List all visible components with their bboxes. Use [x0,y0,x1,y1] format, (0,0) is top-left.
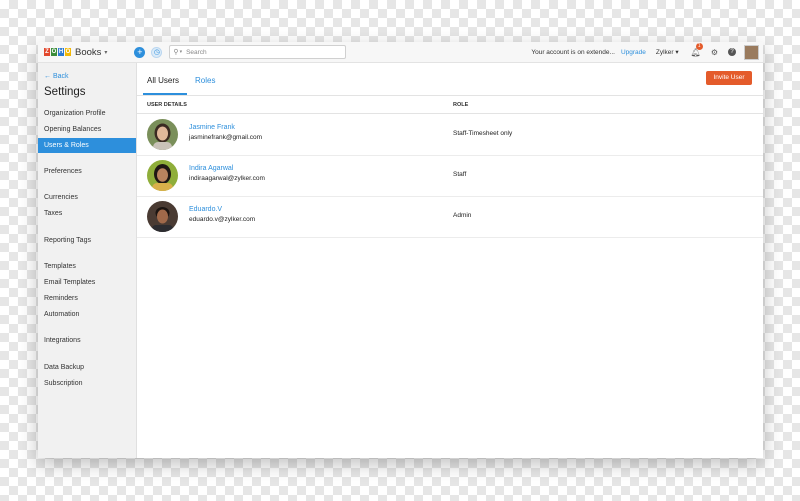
app-name: Books [75,46,102,58]
sidebar-item-email-templates[interactable]: Email Templates [38,275,136,290]
gear-icon[interactable]: ⚙︎ [711,48,718,57]
org-name: Zylker [655,49,674,56]
user-role: Staff-Timesheet only [453,130,513,137]
app-logo[interactable]: Z O H O Books ▾ [44,47,107,58]
search-input[interactable]: ⚲ ▾ Search [169,45,347,59]
user-role: Staff [453,171,467,178]
arrow-left-icon: ← [44,73,51,80]
invite-user-button[interactable]: Invite User [706,71,752,85]
column-header-user-details: USER DETAILS [147,102,187,108]
tab-roles[interactable]: Roles [195,76,215,85]
sidebar-item-preferences[interactable]: Preferences [38,164,136,179]
sidebar-item-integrations[interactable]: Integrations [38,333,136,348]
table-row[interactable]: Eduardo.V eduardo.v@zylker.com Admin [137,196,763,238]
org-switcher[interactable]: Zylker ▾ [656,48,679,56]
chevron-down-icon: ▾ [179,49,183,55]
column-header-role: ROLE [453,102,469,108]
top-right-area: Your account is on extende... Upgrade Zy… [531,42,759,60]
user-name-link[interactable]: Indira Agarwal [189,165,233,172]
page-title: Settings [44,86,86,98]
table-row[interactable]: Indira Agarwal indiraagarwal@zylker.com … [137,155,763,197]
notification-badge: 1 [695,42,703,50]
top-bar: Z O H O Books ▾ + ◷ ⚲ ▾ Search Your acco… [38,42,763,63]
table-row[interactable]: Jasmine Frank jasminefrank@gmail.com Sta… [137,114,763,156]
sidebar-item-currencies[interactable]: Currencies [38,190,136,205]
history-icon[interactable]: ◷ [151,46,163,58]
bell-icon[interactable]: 🔔︎ 1 [691,42,703,57]
table-header: USER DETAILS ROLE [137,96,763,114]
app-window: Z O H O Books ▾ + ◷ ⚲ ▾ Search Your acco… [38,42,763,458]
search-icon: ⚲ [173,49,179,56]
user-email: jasminefrank@gmail.com [189,134,263,141]
account-status-text: Your account is on extende... [531,48,615,56]
avatar [147,160,178,191]
user-name-link[interactable]: Jasmine Frank [189,124,235,131]
help-icon[interactable]: ? [728,48,736,56]
main-panel: All Users Roles Invite User USER DETAILS… [137,63,763,458]
active-tab-indicator [143,93,187,95]
chevron-down-icon: ▾ [104,49,108,56]
back-link[interactable]: ← Back [44,73,69,80]
tab-all-users[interactable]: All Users [147,76,179,85]
sidebar-item-reminders[interactable]: Reminders [38,291,136,306]
sidebar-item-automation[interactable]: Automation [38,307,136,322]
sidebar-item-users-roles[interactable]: Users & Roles [38,138,136,153]
user-role: Admin [453,212,472,219]
avatar [147,201,178,232]
sidebar-item-reporting-tags[interactable]: Reporting Tags [38,233,136,248]
user-email: indiraagarwal@zylker.com [189,175,265,182]
chevron-down-icon: ▾ [675,49,679,56]
sidebar-item-organization-profile[interactable]: Organization Profile [38,106,136,121]
sidebar-item-taxes[interactable]: Taxes [38,206,136,221]
sidebar-item-templates[interactable]: Templates [38,259,136,274]
avatar [147,119,178,150]
user-email: eduardo.v@zylker.com [189,216,256,223]
avatar[interactable] [744,44,759,60]
plus-icon[interactable]: + [134,46,146,58]
zoho-logo-icon: Z O H O [44,48,71,56]
sidebar-item-opening-balances[interactable]: Opening Balances [38,122,136,137]
search-placeholder: Search [186,48,207,56]
user-name-link[interactable]: Eduardo.V [189,206,222,213]
tab-bar: All Users Roles Invite User [137,63,763,96]
upgrade-link[interactable]: Upgrade [621,49,646,56]
sidebar-item-data-backup[interactable]: Data Backup [38,360,136,375]
settings-sidebar: ← Back Settings Organization Profile Ope… [38,63,137,458]
sidebar-item-subscription[interactable]: Subscription [38,376,136,391]
